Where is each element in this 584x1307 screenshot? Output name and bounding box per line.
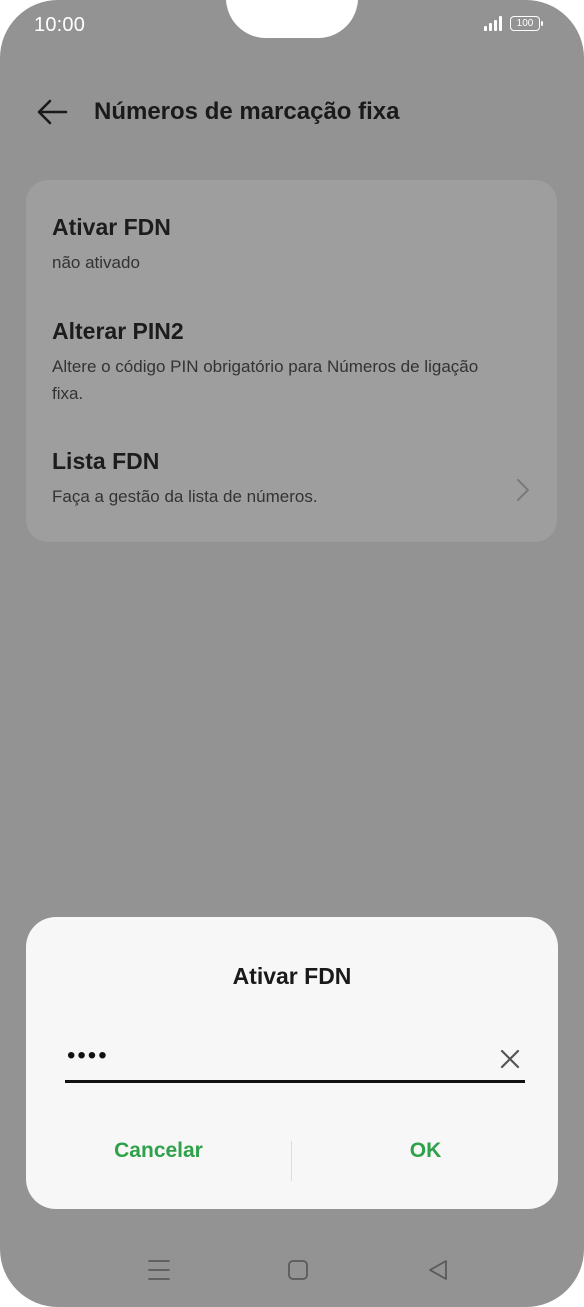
signal-icon bbox=[484, 16, 502, 31]
setting-item-activate-fdn[interactable]: Ativar FDN não ativado bbox=[52, 214, 531, 276]
setting-item-subtitle: Altere o código PIN obrigatório para Núm… bbox=[52, 357, 479, 403]
page-title: Números de marcação fixa bbox=[94, 98, 400, 125]
battery-icon: 100 bbox=[510, 16, 543, 31]
status-time: 10:00 bbox=[34, 14, 86, 36]
settings-card: Ativar FDN não ativado Alterar PIN2 Alte… bbox=[26, 180, 557, 542]
setting-item-change-pin2[interactable]: Alterar PIN2 Altere o código PIN obrigat… bbox=[52, 318, 531, 407]
setting-item-title: Alterar PIN2 bbox=[52, 318, 184, 344]
home-icon[interactable] bbox=[287, 1258, 309, 1287]
back-triangle-icon[interactable] bbox=[427, 1258, 449, 1287]
status-icons: 100 bbox=[484, 16, 543, 31]
dialog-title: Ativar FDN bbox=[232, 963, 352, 989]
phone-screen: 10:00 100 Números de marcação fixa Ativa… bbox=[0, 0, 584, 1307]
setting-item-subtitle: não ativado bbox=[52, 253, 140, 272]
setting-item-fdn-list[interactable]: Lista FDN Faça a gestão da lista de núme… bbox=[52, 448, 531, 510]
chevron-right-icon bbox=[515, 476, 531, 504]
setting-item-title: Lista FDN bbox=[52, 448, 160, 474]
close-icon[interactable] bbox=[499, 1048, 521, 1070]
menu-icon[interactable] bbox=[148, 1258, 170, 1287]
cancel-button[interactable]: Cancelar bbox=[26, 1139, 291, 1163]
battery-level: 100 bbox=[516, 18, 534, 29]
pin-input[interactable]: •••• bbox=[65, 1040, 525, 1083]
app-header: Números de marcação fixa bbox=[0, 86, 584, 138]
arrow-left-icon[interactable] bbox=[36, 98, 68, 126]
ok-button[interactable]: OK bbox=[293, 1139, 558, 1163]
system-nav-bar bbox=[0, 1252, 584, 1292]
setting-item-title: Ativar FDN bbox=[52, 214, 171, 240]
activate-fdn-dialog: Ativar FDN •••• Cancelar OK bbox=[26, 917, 558, 1209]
camera-notch bbox=[226, 0, 358, 38]
setting-item-subtitle: Faça a gestão da lista de números. bbox=[52, 487, 318, 506]
pin-input-value: •••• bbox=[67, 1042, 109, 1069]
button-divider bbox=[291, 1141, 292, 1181]
